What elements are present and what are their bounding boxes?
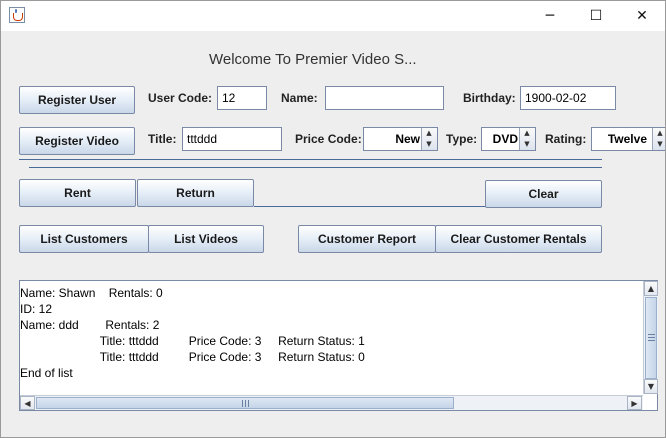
spinner-down-icon[interactable]: ▼: [653, 139, 666, 150]
close-button[interactable]: ✕: [619, 0, 665, 31]
rating-value: Twelve: [607, 132, 647, 146]
vertical-scrollbar[interactable]: ▲ ▼: [643, 281, 658, 394]
birthday-label: Birthday:: [463, 91, 516, 105]
user-code-label: User Code:: [148, 91, 213, 105]
scroll-down-icon[interactable]: ▼: [644, 379, 658, 394]
title-field[interactable]: tttddd: [182, 127, 282, 151]
underline-divider: [254, 206, 485, 207]
register-video-button[interactable]: Register Video: [19, 127, 135, 155]
spinner-up-icon[interactable]: ▲: [422, 128, 436, 139]
horizontal-scroll-thumb[interactable]: [36, 397, 454, 409]
type-arrows[interactable]: ▲ ▼: [519, 128, 535, 150]
rent-button[interactable]: Rent: [19, 179, 136, 207]
return-button[interactable]: Return: [137, 179, 254, 207]
output-line: Name: Shawn Rentals: 0: [20, 286, 163, 300]
birthday-field[interactable]: 1900-02-02: [520, 86, 616, 110]
output-line: Title: tttddd Price Code: 3 Return Statu…: [20, 350, 365, 364]
rating-arrows[interactable]: ▲ ▼: [652, 128, 666, 150]
list-customers-button[interactable]: List Customers: [19, 225, 149, 253]
scroll-right-icon[interactable]: ▶: [627, 396, 642, 410]
price-code-spinner[interactable]: New ▲ ▼: [363, 127, 438, 151]
customer-report-button[interactable]: Customer Report: [298, 225, 436, 253]
spinner-up-icon[interactable]: ▲: [520, 128, 534, 139]
minimize-button[interactable]: ─: [527, 0, 573, 31]
java-cup-icon: [9, 7, 25, 23]
name-label: Name:: [281, 91, 318, 105]
price-code-arrows[interactable]: ▲ ▼: [421, 128, 437, 150]
welcome-heading: Welcome To Premier Video S...: [209, 51, 417, 68]
output-text-area[interactable]: Name: Shawn Rentals: 0 ID: 12 Name: ddd …: [19, 280, 658, 411]
clear-button[interactable]: Clear: [485, 180, 602, 208]
output-line: ID: 12: [20, 302, 53, 316]
output-line: Name: ddd Rentals: 2: [20, 318, 160, 332]
scroll-left-icon[interactable]: ◀: [20, 396, 35, 410]
name-field[interactable]: [325, 86, 444, 110]
user-code-field[interactable]: 12: [217, 86, 267, 110]
spinner-down-icon[interactable]: ▼: [422, 139, 436, 150]
type-label: Type:: [446, 132, 478, 146]
spinner-up-icon[interactable]: ▲: [653, 128, 666, 139]
separator: [29, 167, 602, 168]
maximize-button[interactable]: ☐: [573, 0, 619, 31]
separator: [19, 159, 602, 160]
type-spinner[interactable]: DVD ▲ ▼: [481, 127, 536, 151]
rating-label: Rating:: [545, 132, 587, 146]
clear-customer-rentals-button[interactable]: Clear Customer Rentals: [435, 225, 602, 253]
price-code-value: New: [395, 132, 420, 146]
rating-spinner[interactable]: Twelve ▲ ▼: [591, 127, 666, 151]
register-user-button[interactable]: Register User: [19, 86, 135, 114]
list-videos-button[interactable]: List Videos: [148, 225, 264, 253]
horizontal-scrollbar[interactable]: ◀ ▶: [20, 395, 643, 410]
title-label: Title:: [148, 132, 177, 146]
price-code-label: Price Code:: [295, 132, 362, 146]
spinner-down-icon[interactable]: ▼: [520, 139, 534, 150]
vertical-scroll-thumb[interactable]: [645, 297, 657, 379]
scroll-up-icon[interactable]: ▲: [644, 281, 658, 296]
type-value: DVD: [492, 132, 518, 146]
output-line: Title: tttddd Price Code: 3 Return Statu…: [20, 334, 365, 348]
output-line: End of list: [20, 366, 73, 380]
